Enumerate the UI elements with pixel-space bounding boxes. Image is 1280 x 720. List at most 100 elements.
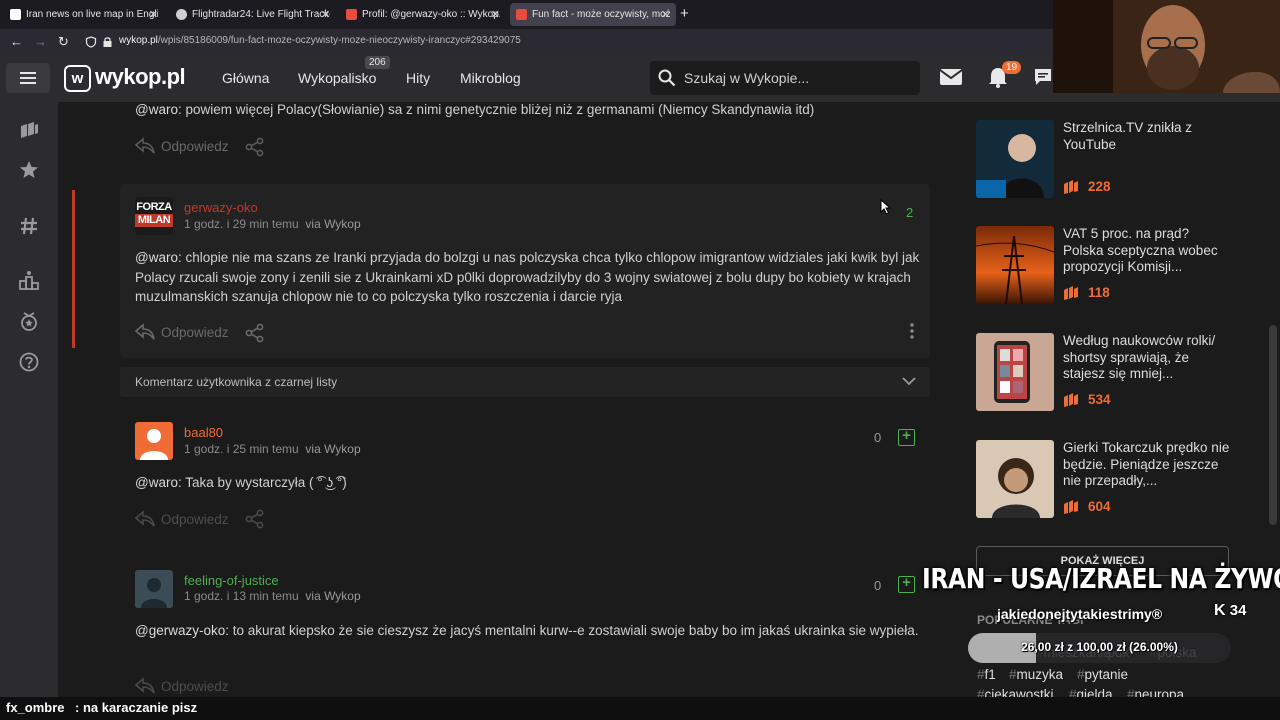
upvote-button[interactable]: +: [898, 575, 915, 593]
default-avatar-icon: [140, 429, 168, 460]
tab-label: Fun fact - może oczywisty, może: [532, 9, 670, 20]
avatar[interactable]: [135, 570, 173, 608]
chat-icon[interactable]: [1034, 68, 1052, 86]
close-tab-icon[interactable]: ✕: [321, 8, 330, 21]
nav-glowna[interactable]: Główna: [222, 70, 269, 86]
avatar-text: MILAN: [135, 214, 173, 227]
comment-author[interactable]: feeling-of-justice: [184, 573, 279, 588]
ranking-icon[interactable]: [19, 270, 39, 290]
comment-text: @gerwazy-oko: to akurat kiepsko że sie c…: [135, 621, 920, 641]
thumbnail-image: [976, 333, 1054, 411]
related-link-card[interactable]: Według naukowców rolki/ shortsy sprawiaj…: [976, 333, 1228, 413]
reply-button[interactable]: Odpowiedz: [135, 137, 229, 155]
comment-via: via Wykop: [305, 442, 361, 456]
upvote-button[interactable]: +: [898, 428, 915, 446]
thread-indicator: [72, 190, 75, 348]
reload-icon[interactable]: ↻: [58, 34, 69, 50]
comment-author[interactable]: gerwazy-oko: [184, 200, 258, 215]
reply-icon: [135, 323, 155, 340]
avatar[interactable]: FORZA MILAN: [135, 197, 173, 235]
close-tab-icon[interactable]: ✕: [491, 8, 500, 21]
tag-link[interactable]: #ciekawostki: [977, 687, 1054, 697]
link-title[interactable]: VAT 5 proc. na prąd? Polska sceptyczna w…: [1063, 226, 1231, 276]
logo-text[interactable]: wykop.pl: [95, 64, 186, 90]
blacklist-label: Komentarz użytkownika z czarnej listy: [135, 375, 338, 389]
mention-link[interactable]: @gerwazy-oko:: [135, 623, 229, 638]
mail-icon[interactable]: [940, 69, 962, 85]
link-title[interactable]: Gierki Tokarczuk prędko nie będzie. Pien…: [1063, 440, 1231, 490]
tag-label: f1: [984, 667, 996, 682]
browser-tab[interactable]: Profil: @gerwazy-oko :: Wykop.pl ✕: [340, 3, 506, 26]
nav-mikroblog[interactable]: Mikroblog: [460, 70, 521, 86]
help-icon[interactable]: [19, 352, 39, 372]
share-icon[interactable]: [245, 137, 265, 157]
menu-button[interactable]: [6, 63, 50, 93]
link-thumbnail: [976, 440, 1054, 518]
new-tab-icon[interactable]: +: [680, 5, 689, 22]
nav-hity[interactable]: Hity: [406, 70, 430, 86]
tag-link[interactable]: #pytanie: [1077, 667, 1128, 682]
link-score: 604: [1063, 499, 1111, 514]
tab-favicon-icon: [346, 9, 357, 20]
avatar[interactable]: [135, 422, 173, 460]
comment-time[interactable]: 1 godz. i 25 min temu: [184, 442, 299, 456]
url-domain: wykop.pl: [119, 35, 158, 46]
browser-tab[interactable]: Flightradar24: Live Flight Tracker ✕: [170, 3, 336, 26]
close-tab-icon[interactable]: ✕: [661, 8, 670, 21]
comment-time[interactable]: 1 godz. i 29 min temu: [184, 217, 299, 231]
badge-icon[interactable]: [19, 312, 39, 332]
score-value: 534: [1088, 392, 1111, 407]
link-title[interactable]: Według naukowców rolki/ shortsy sprawiaj…: [1063, 333, 1231, 383]
comment-time[interactable]: 1 godz. i 13 min temu: [184, 589, 299, 603]
scrollbar-thumb[interactable]: [1269, 325, 1277, 525]
more-options-icon[interactable]: [908, 322, 916, 340]
related-link-card[interactable]: Strzelnica.TV znikła z YouTube 228: [976, 120, 1228, 200]
reply-button[interactable]: Odpowiedz: [135, 510, 229, 528]
share-icon[interactable]: [245, 323, 265, 343]
link-thumbnail: [976, 226, 1054, 304]
nav-wykopalisko[interactable]: Wykopalisko: [298, 70, 376, 86]
link-title[interactable]: Strzelnica.TV znikła z YouTube: [1063, 120, 1231, 153]
url-field[interactable]: wykop.pl/wpis/85186009/fun-fact-moze-ocz…: [119, 35, 521, 46]
browser-tab[interactable]: Iran news on live map in English ✕: [4, 3, 164, 26]
vote-count: 0: [874, 578, 882, 593]
search-box[interactable]: [650, 61, 920, 95]
wykopalisko-count-badge: 206: [365, 56, 390, 69]
back-arrow-icon[interactable]: ←: [10, 34, 23, 49]
mention-link[interactable]: @waro:: [135, 475, 182, 490]
reply-icon: [135, 137, 155, 154]
score-value: 118: [1088, 285, 1110, 300]
blacklisted-comment[interactable]: Komentarz użytkownika z czarnej listy: [120, 367, 930, 397]
wykop-logo-icon[interactable]: w: [64, 65, 91, 92]
lock-icon[interactable]: [102, 36, 113, 48]
close-tab-icon[interactable]: ✕: [149, 8, 158, 21]
reply-icon: [135, 510, 155, 527]
related-link-card[interactable]: VAT 5 proc. na prąd? Polska sceptyczna w…: [976, 226, 1228, 306]
reply-button[interactable]: Odpowiedz: [135, 323, 229, 341]
comment-author[interactable]: baal80: [184, 425, 223, 440]
search-input[interactable]: [684, 67, 904, 89]
tag-link[interactable]: #gielda: [1069, 687, 1113, 697]
comment-meta: 1 godz. i 13 min temu via Wykop: [184, 589, 361, 603]
tag-link[interactable]: #neuropa: [1127, 687, 1184, 697]
mention-link[interactable]: @waro:: [135, 250, 182, 265]
reply-button[interactable]: Odpowiedz: [135, 677, 229, 695]
mention-link[interactable]: @waro:: [135, 102, 182, 117]
chevron-down-icon[interactable]: [902, 377, 916, 386]
comment-text: @waro: Taka by wystarczyła ( ͡° ͜ʖ ͡°): [135, 473, 920, 493]
tab-label: Profil: @gerwazy-oko :: Wykop.pl: [362, 9, 500, 20]
hashtag-icon[interactable]: [19, 216, 39, 236]
share-icon[interactable]: [245, 509, 265, 529]
search-icon: [658, 69, 676, 87]
wykopalisko-icon[interactable]: [19, 120, 39, 140]
shield-icon[interactable]: [85, 36, 97, 48]
related-link-card[interactable]: Gierki Tokarczuk prędko nie będzie. Pien…: [976, 440, 1231, 520]
comment-via: via Wykop: [305, 217, 361, 231]
star-icon[interactable]: [19, 160, 39, 180]
tag-link[interactable]: #muzyka: [1009, 667, 1063, 682]
tag-label: muzyka: [1016, 667, 1064, 682]
forward-arrow-icon[interactable]: →: [34, 34, 47, 49]
mouse-cursor-icon: [880, 199, 892, 215]
tag-link[interactable]: #f1: [977, 667, 996, 682]
browser-tab-active[interactable]: Fun fact - może oczywisty, może ✕: [510, 3, 676, 26]
